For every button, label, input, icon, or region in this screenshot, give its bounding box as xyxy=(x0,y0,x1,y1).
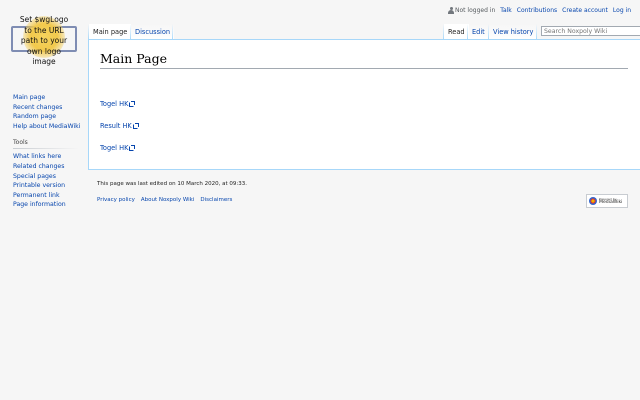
search-input[interactable] xyxy=(541,26,640,36)
sidebar-item-what-links-here[interactable]: What links here xyxy=(13,153,61,160)
sidebar-item-related-changes[interactable]: Related changes xyxy=(13,163,64,170)
sidebar: Main page Recent changes Random page Hel… xyxy=(0,90,88,210)
not-logged-in-label: Not logged in xyxy=(455,6,496,14)
powered-by-mediawiki-badge[interactable]: Powered by MediaWiki xyxy=(586,194,628,208)
navigation-portal: Main page Recent changes Random page Hel… xyxy=(13,93,88,131)
sidebar-item-page-information[interactable]: Page information xyxy=(13,201,66,208)
external-link-label: Result HK xyxy=(100,122,132,130)
logo-line: Set $wgLogo xyxy=(19,15,69,24)
external-link[interactable]: Togel HK xyxy=(100,100,136,108)
tab-separator xyxy=(172,24,173,40)
sidebar-item-recent-changes[interactable]: Recent changes xyxy=(13,104,62,111)
tab-view-history[interactable]: View history xyxy=(489,24,538,40)
tools-heading: Tools xyxy=(13,139,78,150)
not-logged-in: Not logged in xyxy=(448,6,496,14)
logo-text: Set $wgLogo to the URL path to your own … xyxy=(9,15,79,68)
tab-separator xyxy=(536,24,537,40)
external-link[interactable]: Togel HK xyxy=(100,144,136,152)
last-modified: This page was last edited on 10 March 20… xyxy=(97,181,248,187)
talk-link[interactable]: Talk xyxy=(500,7,512,14)
logo-line: image xyxy=(32,57,56,66)
footer-places: Privacy policy About Noxpoly Wiki Discla… xyxy=(97,197,238,203)
sidebar-item-main-page[interactable]: Main page xyxy=(13,94,45,101)
tab-edit[interactable]: Edit xyxy=(468,24,489,40)
logo-line: to the URL xyxy=(24,25,64,35)
about-link[interactable]: About Noxpoly Wiki xyxy=(141,197,195,203)
sidebar-item-permanent-link[interactable]: Permanent link xyxy=(13,192,60,199)
tab-main-page[interactable]: Main page xyxy=(89,24,132,40)
page-title: Main Page xyxy=(100,51,628,69)
sidebar-item-help[interactable]: Help about MediaWiki xyxy=(13,123,80,130)
create-account-link[interactable]: Create account xyxy=(562,7,608,14)
sidebar-item-special-pages[interactable]: Special pages xyxy=(13,173,56,180)
contributions-link[interactable]: Contributions xyxy=(517,7,557,14)
external-link-icon xyxy=(129,100,136,107)
external-link[interactable]: Result HK xyxy=(100,122,139,130)
tab-discussion[interactable]: Discussion xyxy=(131,24,175,40)
privacy-policy-link[interactable]: Privacy policy xyxy=(97,197,135,203)
tools-portal: Tools What links here Related changes Sp… xyxy=(13,139,88,210)
personal-tools: Not logged in Talk Contributions Create … xyxy=(443,5,631,15)
sidebar-item-printable-version[interactable]: Printable version xyxy=(13,182,65,189)
logo-line: path to your xyxy=(20,36,68,45)
powered-by-text: Powered by MediaWiki xyxy=(599,197,622,205)
mediawiki-flower-icon xyxy=(589,197,597,205)
content-area: Main Page Togel HK Result HK Togel HK xyxy=(88,39,640,170)
site-logo[interactable]: Set $wgLogo to the URL path to your own … xyxy=(9,12,79,67)
log-in-link[interactable]: Log in xyxy=(613,7,631,14)
disclaimers-link[interactable]: Disclaimers xyxy=(200,197,232,203)
powered-by-big: MediaWiki xyxy=(599,200,623,205)
user-icon xyxy=(448,6,454,14)
logo-line: own logo xyxy=(27,46,61,56)
tab-read[interactable]: Read xyxy=(444,24,469,40)
external-link-label: Togel HK xyxy=(100,100,129,108)
sidebar-item-random-page[interactable]: Random page xyxy=(13,113,56,120)
external-link-icon xyxy=(129,144,136,151)
external-link-label: Togel HK xyxy=(100,144,129,152)
external-link-icon xyxy=(132,122,139,129)
